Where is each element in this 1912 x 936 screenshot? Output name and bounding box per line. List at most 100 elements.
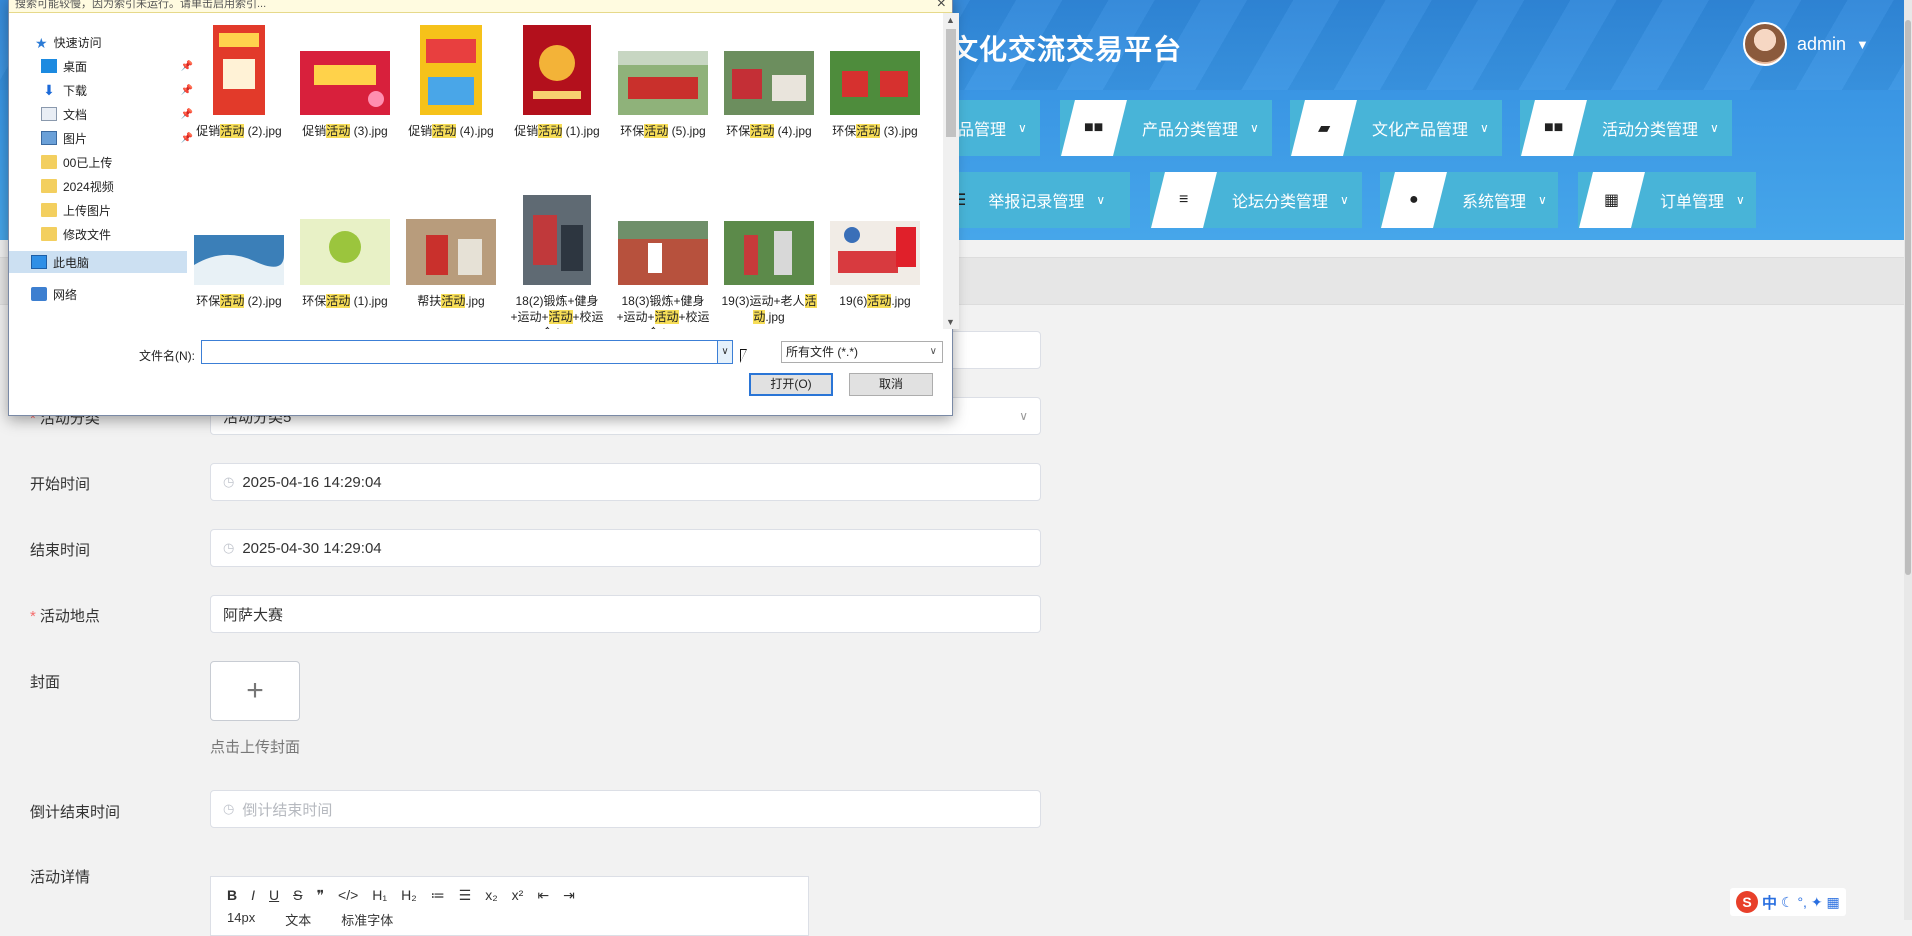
file-list-scrollbar[interactable]: ▲ ▼	[943, 13, 959, 329]
filename-dropdown-button[interactable]: ∨	[717, 340, 733, 364]
file-item[interactable]: 促销活动 (2).jpg	[189, 25, 289, 139]
superscript-button[interactable]: x²	[512, 887, 524, 904]
nav-label: 快速访问	[53, 35, 102, 50]
file-thumbnail	[420, 25, 482, 115]
countdown-placeholder: 倒计结束时间	[242, 801, 333, 819]
navigation-pane: ★ 快速访问 桌面 📌 ⬇ 下载 📌 文档 📌 图片 📌 00已上传 2024视频 上传图片…	[9, 21, 193, 321]
nav-folder-uploaded[interactable]: 00已上传	[9, 151, 197, 173]
nav-documents[interactable]: 文档 📌	[9, 103, 197, 125]
file-item[interactable]: 19(3)运动+老人活动.jpg	[719, 195, 819, 325]
ordered-list-button[interactable]: ≔	[431, 887, 445, 904]
start-time-picker[interactable]: ◷ 2025-04-16 14:29:04	[210, 463, 1041, 501]
cover-upload-button[interactable]: +	[210, 661, 300, 721]
filetype-value: 所有文件 (*.*)	[786, 345, 859, 359]
nav-this-pc[interactable]: 此电脑	[9, 251, 187, 273]
nav-folder-video[interactable]: 2024视频	[9, 175, 197, 197]
sogou-icon[interactable]: S	[1736, 891, 1758, 913]
index-notice[interactable]: 搜索可能较慢，因为索引未运行。请单击启用索引...	[9, 0, 952, 13]
ime-language[interactable]: 中	[1762, 892, 1777, 913]
nav-item-order[interactable]: ▦ 订单管理 ∨	[1578, 172, 1756, 228]
nav-folder-modify[interactable]: 修改文件	[9, 223, 197, 245]
file-item[interactable]: 环保活动 (5).jpg	[613, 25, 713, 139]
strike-button[interactable]: S	[293, 887, 302, 904]
file-item[interactable]: 促销活动 (1).jpg	[507, 25, 607, 139]
nav-label: 产品分类管理	[1142, 122, 1239, 139]
nav-item-product-category[interactable]: ■■ 产品分类管理 ∨	[1060, 100, 1272, 156]
close-icon[interactable]: ×	[937, 0, 946, 13]
file-name: 促销活动 (4).jpg	[408, 124, 494, 138]
subscript-button[interactable]: x₂	[485, 887, 497, 904]
clock-icon: ◷	[223, 474, 235, 489]
file-item[interactable]: 环保活动 (2).jpg	[189, 195, 289, 309]
indent-button[interactable]: ⇥	[563, 887, 575, 904]
file-name: 18(2)锻炼+健身+运动+活动+校运会.jpg	[510, 294, 604, 329]
cover-upload-tip: 点击上传封面	[210, 739, 301, 756]
user-menu[interactable]: admin ▼	[1743, 22, 1869, 66]
nav-desktop[interactable]: 桌面 📌	[9, 55, 197, 77]
file-name: 环保活动 (2).jpg	[196, 294, 282, 308]
plus-icon: +	[246, 674, 264, 707]
nav-folder-upload-images[interactable]: 上传图片	[9, 199, 197, 221]
scrollbar-thumb[interactable]	[1905, 20, 1911, 575]
nav-label: 系统管理	[1462, 194, 1527, 211]
end-time-picker[interactable]: ◷ 2025-04-30 14:29:04	[210, 529, 1041, 567]
grid-icon: ■■	[1061, 100, 1127, 156]
nav-label: 图片	[63, 131, 88, 146]
rich-text-editor[interactable]: B I U S ❞ </> H₁ H₂ ≔ ☰ x₂ x² ⇤ ⇥ 14px 文…	[210, 876, 809, 936]
file-name: 环保活动 (5).jpg	[620, 124, 706, 138]
nav-network[interactable]: 网络	[9, 283, 187, 305]
scrollbar-thumb[interactable]	[946, 29, 956, 137]
cover-label: 封面	[30, 674, 61, 691]
italic-button[interactable]: I	[251, 887, 255, 904]
file-open-dialog: 搜索可能较慢，因为索引未运行。请单击启用索引... × ★ 快速访问 桌面 📌 ⬇ 下…	[8, 0, 959, 416]
ime-toolbar[interactable]: S 中 ☾ °, ✦ ▦	[1730, 888, 1846, 916]
nav-label: 订单管理	[1660, 194, 1725, 211]
nav-quick-access[interactable]: ★ 快速访问	[9, 31, 191, 53]
file-thumbnail	[523, 195, 591, 285]
nav-item-forum-category[interactable]: ≡ 论坛分类管理 ∨	[1150, 172, 1362, 228]
end-time-value: 2025-04-30 14:29:04	[242, 539, 382, 557]
code-button[interactable]: </>	[338, 887, 358, 904]
nav-item-culture-product[interactable]: ▰ 文化产品管理 ∨	[1290, 100, 1502, 156]
cancel-button[interactable]: 取消	[849, 373, 933, 396]
quote-button[interactable]: ❞	[316, 887, 324, 904]
scroll-down-icon[interactable]: ▼	[946, 317, 955, 327]
nav-item-activity-category[interactable]: ■■ 活动分类管理 ∨	[1520, 100, 1732, 156]
file-item[interactable]: 促销活动 (3).jpg	[295, 25, 395, 139]
bold-button[interactable]: B	[227, 887, 237, 904]
file-item[interactable]: 促销活动 (4).jpg	[401, 25, 501, 139]
file-item[interactable]: 18(3)锻炼+健身+运动+活动+校运会.jpg	[613, 195, 713, 329]
open-button[interactable]: 打开(O)	[749, 373, 833, 396]
file-thumbnail	[724, 221, 814, 285]
page-scrollbar[interactable]	[1904, 0, 1912, 920]
nav-pictures[interactable]: 图片 📌	[9, 127, 197, 149]
file-item[interactable]: 18(2)锻炼+健身+运动+活动+校运会.jpg	[507, 195, 607, 329]
chevron-down-icon: ∨	[929, 346, 937, 357]
filename-input[interactable]	[201, 340, 728, 364]
nav-item-report-record[interactable]: ☰ 举报记录管理 ∨	[952, 172, 1130, 228]
file-item[interactable]: 环保活动 (3).jpg	[825, 25, 925, 139]
file-item[interactable]: 环保活动 (4).jpg	[719, 25, 819, 139]
ime-tools-icons[interactable]: ☾ °, ✦ ▦	[1781, 894, 1840, 911]
h2-button[interactable]: H₂	[401, 887, 417, 904]
filetype-select[interactable]: 所有文件 (*.*) ∨	[781, 341, 943, 363]
mouse-pointer	[740, 349, 747, 363]
outdent-button[interactable]: ⇤	[537, 887, 549, 904]
file-thumbnail	[300, 219, 390, 285]
file-name: 18(3)锻炼+健身+运动+活动+校运会.jpg	[616, 294, 710, 329]
nav-item-system[interactable]: ● 系统管理 ∨	[1380, 172, 1558, 228]
h1-button[interactable]: H₁	[372, 887, 387, 904]
scroll-up-icon[interactable]: ▲	[946, 15, 955, 25]
chevron-down-icon: ∨	[1019, 409, 1028, 423]
nav-downloads[interactable]: ⬇ 下载 📌	[9, 79, 197, 101]
countdown-picker[interactable]: ◷ 倒计结束时间	[210, 790, 1041, 828]
avatar[interactable]	[1743, 22, 1787, 66]
location-input[interactable]: 阿萨大赛	[210, 595, 1041, 633]
chevron-down-icon: ∨	[1018, 121, 1027, 135]
file-item[interactable]: 帮扶活动.jpg	[401, 195, 501, 309]
bullet-list-button[interactable]: ☰	[459, 887, 472, 904]
underline-button[interactable]: U	[269, 887, 279, 904]
file-item[interactable]: 环保活动 (1).jpg	[295, 195, 395, 309]
chevron-down-icon: ∨	[721, 346, 729, 357]
file-item[interactable]: 19(6)活动.jpg	[825, 195, 925, 309]
